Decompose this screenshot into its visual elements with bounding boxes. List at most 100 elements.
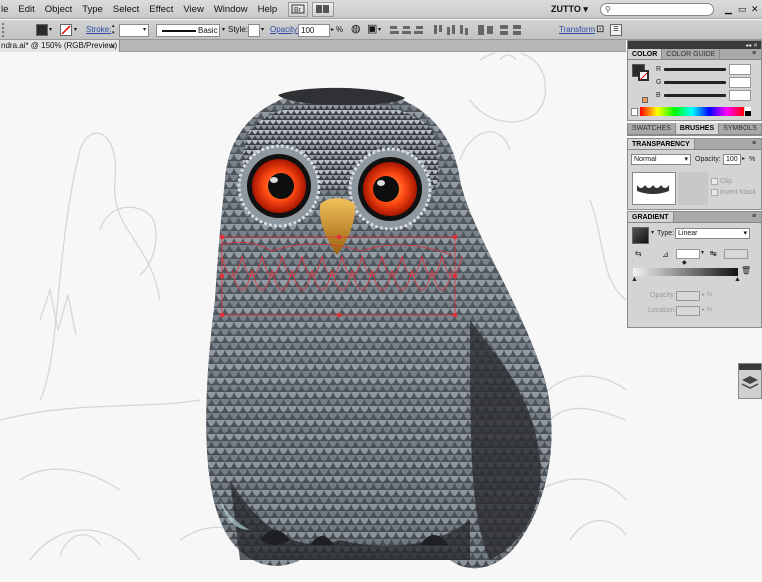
stroke-color-swatch[interactable]	[638, 70, 649, 81]
tab-symbols[interactable]: SYMBOLS	[719, 123, 762, 134]
menu-effect[interactable]: Effect	[144, 0, 178, 19]
none-color-swatch[interactable]	[631, 108, 638, 116]
right-color-stop[interactable]: ▲	[734, 276, 741, 283]
minimize-button[interactable]: ▁	[725, 3, 732, 16]
transform-link[interactable]: Transform	[559, 23, 595, 37]
isolate-icon[interactable]: ⊡	[596, 23, 604, 37]
menu-type[interactable]: Type	[77, 0, 108, 19]
stroke-dropdown-icon[interactable]: ▾	[74, 23, 77, 37]
owl-artwork[interactable]	[0, 53, 626, 582]
mask-thumbnail-area	[678, 172, 708, 205]
stop-opacity-field[interactable]	[676, 291, 700, 301]
control-panel-menu-icon[interactable]: ☰	[610, 24, 622, 36]
tab-color[interactable]: COLOR	[628, 49, 663, 59]
panel-menu-icon[interactable]: ≡	[752, 213, 756, 220]
arrange-documents-button[interactable]	[312, 1, 335, 17]
midpoint-diamond-icon[interactable]: ◆	[682, 259, 687, 266]
recolor-icon[interactable]: ◍	[351, 23, 361, 37]
angle-icon: ⊿	[662, 250, 669, 259]
object-thumbnail[interactable]	[632, 172, 676, 205]
align-buttons[interactable]	[388, 23, 548, 37]
document-tab-bar: ndra.ai* @ 150% (RGB/Preview) ×	[0, 40, 626, 52]
left-color-stop[interactable]: ▲	[631, 276, 638, 283]
tab-transparency[interactable]: TRANSPARENCY	[628, 139, 695, 149]
workspace-switcher[interactable]: ZUTTO ▾	[551, 2, 596, 17]
panel-menu-icon[interactable]: ≡	[752, 50, 756, 57]
gradient-preview-dropdown-icon[interactable]: ▾	[651, 229, 654, 236]
reverse-gradient-icon[interactable]: ⇆	[635, 249, 642, 258]
invert-mask-checkbox[interactable]	[711, 189, 718, 196]
g-value-field[interactable]	[729, 77, 751, 88]
color-spectrum-bar[interactable]	[640, 107, 744, 116]
opacity-field[interactable]: 100	[298, 23, 330, 37]
document-tab[interactable]: ndra.ai* @ 150% (RGB/Preview) ×	[0, 40, 120, 52]
b-slider[interactable]	[664, 94, 726, 97]
align-to-icon[interactable]: ▣	[367, 23, 377, 37]
stroke-label[interactable]: Stroke:	[86, 23, 111, 37]
tab-brushes[interactable]: BRUSHES	[675, 123, 720, 134]
blend-mode-select[interactable]: Normal ▾	[631, 154, 691, 165]
b-value-field[interactable]	[729, 90, 751, 101]
stop-opacity-dropdown-icon[interactable]: ▸ %	[702, 291, 712, 298]
tab-gradient[interactable]: GRADIENT	[628, 212, 674, 222]
style-dropdown-icon[interactable]: ▾	[261, 23, 264, 37]
panel-menu-icon[interactable]: ≡	[752, 140, 756, 147]
opacity-label[interactable]: Opacity:	[270, 23, 299, 37]
menu-object[interactable]: Object	[40, 0, 77, 19]
menu-select[interactable]: Select	[108, 0, 144, 19]
panel-header: ◂◂ ✕	[628, 41, 761, 49]
menu-edit[interactable]: Edit	[13, 0, 39, 19]
brush-name: Basic	[198, 25, 218, 35]
tab-color-guide[interactable]: COLOR GUIDE	[662, 49, 721, 59]
menu-help[interactable]: Help	[253, 0, 283, 19]
brush-definition-select[interactable]: Basic	[156, 23, 220, 37]
out-of-gamut-swatch[interactable]	[642, 97, 648, 103]
none-icon	[61, 25, 71, 35]
opacity-dropdown-icon[interactable]: ▸	[331, 23, 334, 37]
g-slider[interactable]	[664, 81, 726, 84]
gradient-panel-tabs: GRADIENT	[628, 212, 761, 223]
gradient-slider-bar[interactable]	[633, 268, 738, 276]
close-tab-icon[interactable]: ×	[110, 40, 115, 52]
fill-dropdown-icon[interactable]: ▾	[49, 23, 52, 37]
close-window-button[interactable]: ✕	[751, 3, 759, 16]
tab-swatches[interactable]: SWATCHES	[628, 123, 676, 134]
collapse-icon[interactable]: ◂◂ ✕	[745, 42, 758, 49]
angle-dropdown-icon[interactable]: ▾	[701, 249, 704, 256]
brush-dropdown-icon[interactable]: ▾	[222, 23, 225, 37]
maximize-button[interactable]: ▭	[738, 3, 747, 16]
stroke-weight-stepper[interactable]: ▴ ▾	[112, 23, 115, 37]
menu-window[interactable]: Window	[209, 0, 253, 19]
align-to-dropdown-icon[interactable]: ▾	[378, 23, 381, 37]
opacity-field[interactable]: 100	[723, 154, 741, 165]
opacity-unit: %	[749, 156, 756, 163]
stroke-weight-dropdown-icon[interactable]: ▾	[143, 23, 146, 37]
search-input[interactable]: ⚲	[600, 3, 714, 16]
artboard-canvas[interactable]	[0, 53, 626, 582]
gradient-type-value: Linear	[678, 230, 698, 237]
bridge-button[interactable]: Br	[288, 1, 309, 17]
graphic-style-field[interactable]	[248, 23, 260, 37]
stop-location-field[interactable]	[676, 306, 700, 316]
menu-file[interactable]: le	[0, 0, 13, 19]
thumbnail-shape	[637, 185, 669, 194]
layers-icon[interactable]	[739, 370, 761, 394]
owl-left-eye[interactable]	[237, 144, 321, 228]
stroke-swatch[interactable]	[60, 24, 72, 36]
menu-view[interactable]: View	[178, 0, 208, 19]
aspect-ratio-field[interactable]	[724, 249, 748, 259]
fill-swatch[interactable]	[36, 24, 48, 36]
black-swatch[interactable]	[745, 111, 751, 116]
gradient-preview-swatch[interactable]	[632, 227, 649, 244]
stop-location-dropdown-icon[interactable]: ▸ %	[702, 306, 712, 313]
r-slider[interactable]	[664, 68, 726, 71]
r-value-field[interactable]	[729, 64, 751, 75]
clip-checkbox[interactable]	[711, 178, 718, 185]
aspect-ratio-icon: ↹	[710, 249, 717, 258]
brushes-panel-tabs: SWATCHES BRUSHES SYMBOLS	[628, 123, 762, 135]
gradient-type-select[interactable]: Linear ▾	[675, 228, 750, 239]
delete-stop-icon[interactable]: 🗑	[741, 266, 751, 275]
opacity-dropdown-icon[interactable]: ▸	[742, 155, 745, 162]
angle-field[interactable]	[676, 249, 700, 259]
owl-right-eye[interactable]	[348, 147, 432, 231]
